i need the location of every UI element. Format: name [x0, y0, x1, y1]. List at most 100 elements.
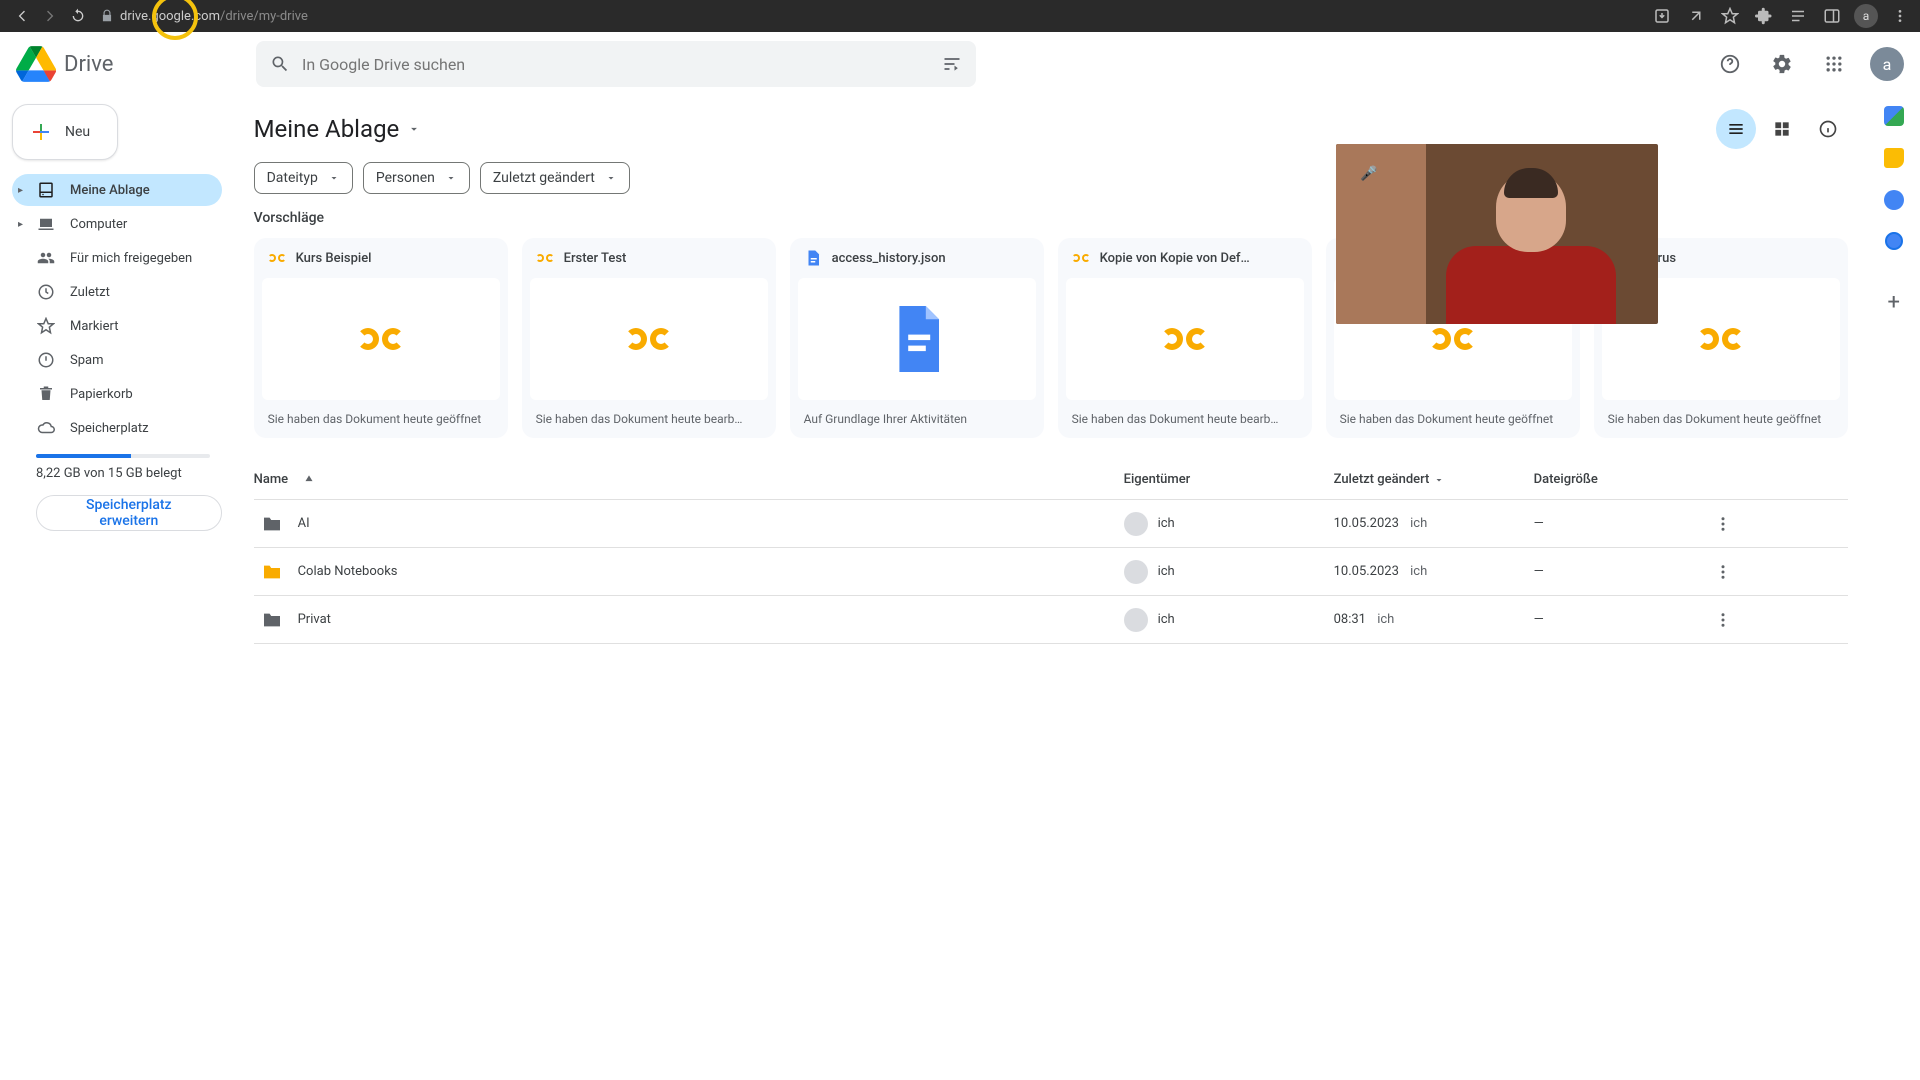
table-row[interactable]: Privatich08:31 ich— [254, 596, 1848, 644]
sidebar-item-label: Meine Ablage [70, 183, 150, 198]
share-icon[interactable] [1684, 4, 1708, 28]
star-icon [36, 316, 56, 336]
sidebar-item-trash[interactable]: Papierkorb [12, 378, 222, 410]
search-box[interactable] [256, 41, 976, 87]
suggestion-card[interactable]: Kurs BeispielSie haben das Dokument heut… [254, 238, 508, 438]
trash-icon [36, 384, 56, 404]
modified-date: 08:31 [1334, 612, 1366, 627]
owner-name: ich [1158, 516, 1175, 531]
table-row[interactable]: Colab Notebooksich10.05.2023 ich— [254, 548, 1848, 596]
table-row[interactable]: AIich10.05.2023 ich— [254, 500, 1848, 548]
details-button[interactable] [1808, 109, 1848, 149]
filter-people[interactable]: Personen [363, 162, 470, 194]
drive-logo-icon [16, 44, 56, 84]
table-header: Name Eigentümer Zuletzt geändert Dateigr… [254, 460, 1848, 500]
contacts-app-icon[interactable] [1885, 232, 1903, 250]
apps-icon[interactable] [1814, 44, 1854, 84]
sidebar-item-shared[interactable]: Für mich freigegeben [12, 242, 222, 274]
chevron-down-icon [328, 172, 340, 184]
suggestion-thumbnail [1066, 278, 1304, 400]
side-panel-icon[interactable] [1820, 4, 1844, 28]
people-icon [36, 248, 56, 268]
reading-list-icon[interactable] [1786, 4, 1810, 28]
account-avatar[interactable]: a [1870, 47, 1904, 81]
back-button[interactable] [8, 2, 36, 30]
new-button[interactable]: Neu [12, 104, 118, 160]
reload-button[interactable] [64, 2, 92, 30]
add-app-icon[interactable]: + [1888, 290, 1900, 315]
chevron-down-icon [407, 122, 421, 136]
col-owner[interactable]: Eigentümer [1124, 472, 1334, 487]
settings-icon[interactable] [1762, 44, 1802, 84]
col-name[interactable]: Name [254, 472, 289, 487]
help-icon[interactable] [1710, 44, 1750, 84]
lock-icon [100, 9, 114, 23]
row-menu-button[interactable] [1714, 611, 1754, 629]
suggestion-thumbnail [798, 278, 1036, 400]
file-size: — [1534, 564, 1714, 579]
forward-button[interactable] [36, 2, 64, 30]
suggestion-subtitle: Sie haben das Dokument heute bearb… [1058, 400, 1312, 438]
extensions-icon[interactable] [1752, 4, 1776, 28]
file-type-icon [536, 251, 554, 266]
suggestion-subtitle: Sie haben das Dokument heute bearb… [522, 400, 776, 438]
suggestion-title: Erster Test [564, 251, 627, 266]
cloud-icon [36, 418, 56, 438]
suggestion-thumbnail [262, 278, 500, 400]
suggestion-subtitle: Sie haben das Dokument heute geöffnet [1326, 400, 1580, 438]
search-input[interactable] [302, 55, 930, 74]
owner-avatar [1124, 512, 1148, 536]
webcam-overlay: 🎤 [1336, 144, 1658, 324]
product-name: Drive [64, 52, 113, 77]
calendar-app-icon[interactable] [1884, 106, 1904, 126]
col-size[interactable]: Dateigröße [1534, 472, 1714, 487]
filter-modified[interactable]: Zuletzt geändert [480, 162, 630, 194]
tasks-app-icon[interactable] [1884, 190, 1904, 210]
file-size: — [1534, 516, 1714, 531]
storage-bar [36, 454, 210, 458]
owner-avatar [1124, 608, 1148, 632]
col-modified[interactable]: Zuletzt geändert [1334, 472, 1534, 487]
suggestion-card[interactable]: Kopie von Kopie von Def…Sie haben das Do… [1058, 238, 1312, 438]
suggestion-subtitle: Sie haben das Dokument heute geöffnet [1594, 400, 1848, 438]
expand-icon[interactable]: ▸ [18, 185, 23, 196]
owner-avatar [1124, 560, 1148, 584]
sidebar-item-starred[interactable]: Markiert [12, 310, 222, 342]
suggestion-card[interactable]: Erster Test Sie haben das Dokument heute … [522, 238, 776, 438]
sidebar-item-computers[interactable]: ▸ Computer [12, 208, 222, 240]
modified-by: ich [1410, 516, 1427, 531]
sidebar-item-spam[interactable]: Spam [12, 344, 222, 376]
sort-arrow-icon[interactable] [302, 473, 316, 487]
address-bar[interactable]: drive.google.com/drive/my-drive [100, 9, 1650, 24]
sidebar-item-my-drive[interactable]: ▸ Meine Ablage [12, 174, 222, 206]
suggestion-title: access_history.json [832, 251, 946, 266]
keep-app-icon[interactable] [1884, 148, 1904, 168]
page-title[interactable]: Meine Ablage [254, 115, 422, 143]
plus-icon [29, 120, 53, 144]
grid-view-button[interactable] [1762, 109, 1802, 149]
filter-filetype[interactable]: Dateityp [254, 162, 353, 194]
file-type-icon [804, 249, 822, 267]
drive-logo[interactable]: Drive [16, 44, 248, 84]
expand-icon[interactable]: ▸ [18, 219, 23, 230]
sidebar-item-storage[interactable]: Speicherplatz [12, 412, 222, 444]
row-menu-button[interactable] [1714, 563, 1754, 581]
file-name: Colab Notebooks [298, 564, 398, 579]
install-icon[interactable] [1650, 4, 1674, 28]
browser-menu-icon[interactable] [1888, 4, 1912, 28]
row-menu-button[interactable] [1714, 515, 1754, 533]
drive-icon [36, 180, 56, 200]
buy-storage-button[interactable]: Speicherplatz erweitern [36, 495, 222, 531]
list-view-button[interactable] [1716, 109, 1756, 149]
search-options-icon[interactable] [942, 54, 962, 74]
folder-icon [262, 564, 282, 580]
owner-name: ich [1158, 612, 1175, 627]
url-host: drive.google.com [120, 9, 220, 24]
sidebar-item-label: Markiert [70, 319, 118, 334]
url-path: /drive/my-drive [220, 9, 308, 24]
bookmark-icon[interactable] [1718, 4, 1742, 28]
sidebar-item-recent[interactable]: Zuletzt [12, 276, 222, 308]
browser-profile-avatar[interactable]: a [1854, 4, 1878, 28]
clock-icon [36, 282, 56, 302]
suggestion-card[interactable]: access_history.jsonAuf Grundlage Ihrer A… [790, 238, 1044, 438]
